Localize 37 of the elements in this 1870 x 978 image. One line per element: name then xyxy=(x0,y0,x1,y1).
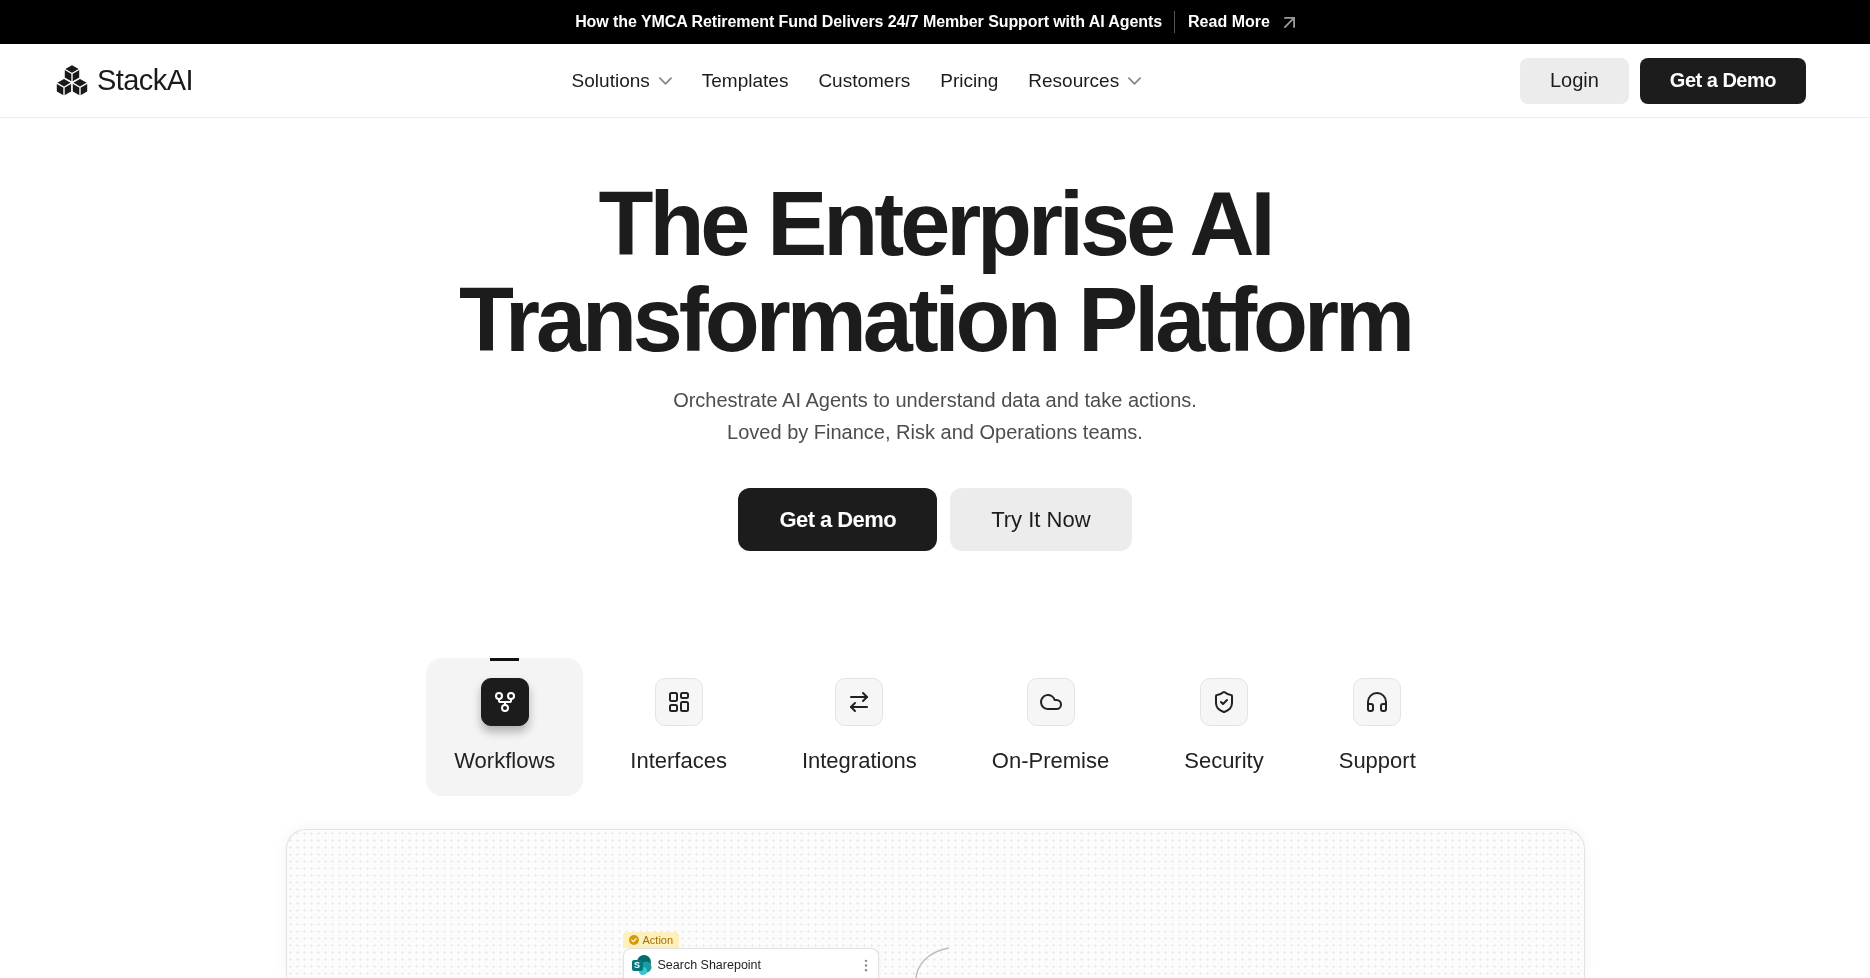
fork-icon xyxy=(480,678,529,726)
login-button[interactable]: Login xyxy=(1519,57,1629,104)
demo-button[interactable]: Get a Demo xyxy=(738,488,938,551)
feature-tab[interactable]: Security xyxy=(1156,658,1292,796)
feature-tab[interactable]: Support xyxy=(1310,658,1444,796)
try-now-button[interactable]: Try It Now xyxy=(950,488,1132,551)
feature-tab[interactable]: Integrations xyxy=(773,658,945,796)
logo-link[interactable]: StackAI xyxy=(56,63,193,98)
feature-tab[interactable]: Workflows xyxy=(426,658,584,796)
active-indicator xyxy=(490,658,520,661)
hero-subtitle: Orchestrate AI Agents to understand data and take actions. Loved by Finance, Risk and Operations teams. xyxy=(673,388,1197,445)
kebab-menu-icon[interactable] xyxy=(863,959,868,972)
chevron-down-icon xyxy=(658,76,672,85)
shield-check-icon xyxy=(1199,678,1248,726)
demo-button[interactable]: Get a Demo xyxy=(1639,57,1806,104)
workflow-node[interactable]: S Search Sharepoint xyxy=(622,948,879,978)
node-title: Search Sharepoint xyxy=(657,957,763,974)
hero-title: The Enterprise AI Transformation Platform xyxy=(458,176,1412,368)
nav-link[interactable]: Customers xyxy=(818,69,911,92)
cubes-logo-icon xyxy=(56,63,88,98)
nav-link[interactable]: Pricing xyxy=(940,69,999,92)
arrow-up-right-icon xyxy=(1283,16,1295,28)
connector-line xyxy=(914,947,950,978)
headphones-icon xyxy=(1353,678,1402,726)
nav-link[interactable]: Templates xyxy=(701,69,789,92)
announcement-text: How the YMCA Retirement Fund Delivers 24/7 Member Support with AI Agents xyxy=(575,13,1163,31)
nav-link[interactable]: Solutions xyxy=(571,69,672,92)
arrows-swap-icon xyxy=(835,678,884,726)
chevron-down-icon xyxy=(1128,76,1142,85)
layout-grid-icon xyxy=(654,678,703,726)
cloud-icon xyxy=(1026,678,1075,726)
feature-tab[interactable]: On-Premise xyxy=(963,658,1138,796)
feature-tab[interactable]: Interfaces xyxy=(602,658,755,796)
nav-link[interactable]: Resources xyxy=(1028,69,1142,92)
check-circle-icon xyxy=(628,935,639,945)
node-type-label: Action xyxy=(642,933,674,947)
read-more-link[interactable]: Read More xyxy=(1188,13,1295,31)
